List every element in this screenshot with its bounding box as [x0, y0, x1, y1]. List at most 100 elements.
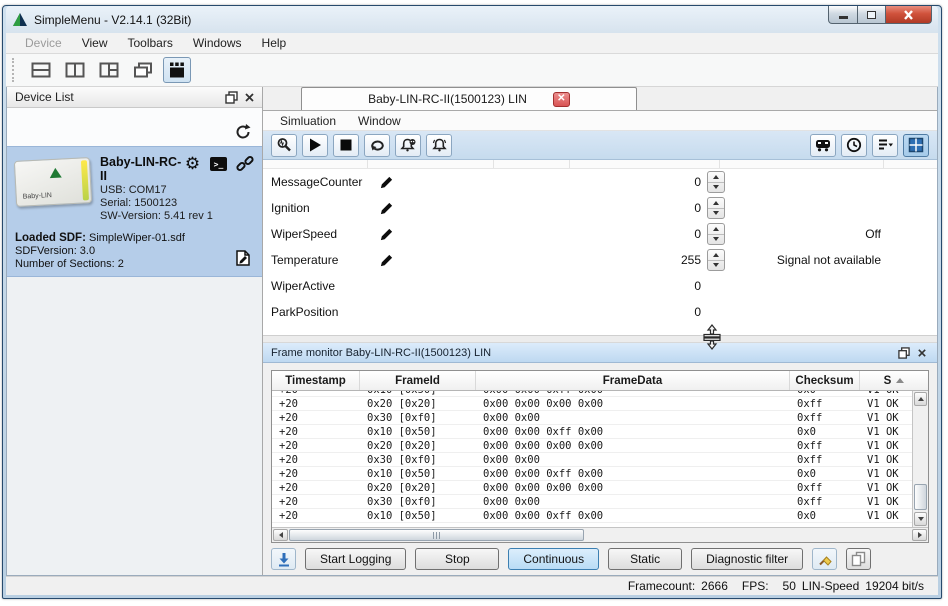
spinner-down-icon[interactable] — [708, 182, 724, 193]
device-disconnect-button[interactable] — [235, 155, 254, 173]
spinner-down-icon[interactable] — [708, 260, 724, 271]
device-console-button[interactable]: >_ — [209, 155, 228, 173]
autoscroll-button[interactable] — [271, 548, 296, 570]
grid-view-icon — [908, 137, 924, 153]
frame-row[interactable]: +200x10 [0x50]0x00 0x00 0xff 0x000x0V1 O… — [272, 467, 912, 481]
column-checksum[interactable]: Checksum — [790, 371, 860, 390]
column-frameid[interactable]: FrameId — [360, 371, 476, 390]
signal-row-wiperspeed[interactable]: WiperSpeed 0 Off — [263, 221, 937, 247]
vertical-scrollbar[interactable] — [912, 391, 928, 527]
copy-button[interactable] — [846, 548, 871, 570]
signal-column-header — [263, 160, 937, 169]
menu-view[interactable]: View — [73, 34, 117, 52]
edit-signal-button[interactable] — [379, 227, 415, 242]
frame-row[interactable]: +200x30 [0xf0]0x00 0x000xffV1 OK — [272, 495, 912, 509]
menu-window[interactable]: Window — [349, 113, 410, 129]
spinner-up-icon[interactable] — [708, 198, 724, 208]
monitor-search-button[interactable] — [271, 134, 297, 157]
start-logging-button[interactable]: Start Logging — [305, 548, 406, 570]
maximize-button[interactable] — [858, 6, 886, 24]
panel-splitter[interactable] — [263, 336, 937, 343]
menu-device[interactable]: Device — [16, 34, 71, 52]
tab-baby-lin[interactable]: Baby-LIN-RC-II(1500123) LIN ✕ — [301, 87, 637, 110]
column-state[interactable]: S — [860, 371, 928, 390]
device-settings-button[interactable]: ⚙ — [183, 155, 202, 173]
stop-button-logging[interactable]: Stop — [415, 548, 499, 570]
frame-row[interactable]: +200x20 [0x20]0x00 0x00 0x00 0x000xffV1 … — [272, 481, 912, 495]
float-panel-button[interactable] — [222, 89, 240, 105]
tab-close-button[interactable]: ✕ — [553, 92, 570, 107]
clear-button[interactable] — [812, 548, 837, 570]
pencil-icon — [379, 175, 394, 190]
spinner-up-icon[interactable] — [708, 224, 724, 234]
split-grid-button[interactable] — [95, 57, 123, 83]
edit-sdf-button[interactable] — [234, 249, 252, 270]
split-horizontal-button[interactable] — [27, 57, 55, 83]
edit-signal-button[interactable] — [379, 253, 415, 268]
timing-button[interactable] — [841, 134, 867, 157]
split-vertical-button[interactable] — [61, 57, 89, 83]
stop-button[interactable] — [333, 134, 359, 157]
bell-message-button[interactable] — [395, 134, 421, 157]
edit-signal-button[interactable] — [379, 201, 415, 216]
bus-monitor-button[interactable] — [810, 134, 836, 157]
signal-spinner[interactable] — [707, 197, 725, 219]
frame-row[interactable]: +200x10 [0x50]0x00 0x00 0xff 0x000x0V1 O… — [272, 425, 912, 439]
signal-row-wiperactive[interactable]: WiperActive 0 — [263, 273, 937, 299]
column-timestamp[interactable]: Timestamp — [272, 371, 360, 390]
tabbed-view-icon — [167, 61, 187, 79]
toolbar-drag-handle[interactable] — [12, 58, 17, 82]
vertical-scroll-thumb[interactable] — [914, 484, 927, 510]
frame-row[interactable]: +200x30 [0xf0]0x00 0x000xffV1 OK — [272, 411, 912, 425]
minimize-button[interactable] — [828, 6, 858, 24]
scroll-up-button[interactable] — [914, 392, 927, 406]
signal-spinner[interactable] — [707, 249, 725, 271]
frame-row[interactable]: +200x30 [0xf0]0x00 0x000xffV1 OK — [272, 453, 912, 467]
spinner-down-icon[interactable] — [708, 234, 724, 245]
sdf-sections: Number of Sections: 2 — [15, 258, 228, 270]
menu-windows[interactable]: Windows — [184, 34, 251, 52]
spinner-up-icon[interactable] — [708, 250, 724, 260]
signal-spinner[interactable] — [707, 171, 725, 193]
frame-row[interactable]: +200x20 [0x20]0x00 0x00 0x00 0x000xffV1 … — [272, 439, 912, 453]
signal-row-ignition[interactable]: Ignition 0 — [263, 195, 937, 221]
scroll-right-icon — [918, 532, 922, 538]
play-button[interactable] — [302, 134, 328, 157]
device-card[interactable]: Baby-LIN Baby-LIN-RC-II ⚙ >_ — [7, 146, 262, 277]
signal-row-parkposition[interactable]: ParkPosition 0 — [263, 299, 937, 325]
refresh-devices-button[interactable] — [234, 123, 252, 144]
cascade-windows-button[interactable] — [129, 57, 157, 83]
static-button[interactable]: Static — [608, 548, 682, 570]
clock-icon — [846, 137, 862, 153]
close-panel-button[interactable] — [240, 89, 258, 105]
column-framedata[interactable]: FrameData — [476, 371, 790, 390]
frame-row[interactable]: +200x10 [0x50]0x00 0x00 0xff 0x000x0V1 O… — [272, 509, 912, 523]
signal-row-temperature[interactable]: Temperature 255 Signal not available — [263, 247, 937, 273]
continuous-button[interactable]: Continuous — [508, 548, 599, 570]
horizontal-scrollbar[interactable] — [272, 527, 928, 542]
signal-row-messagecounter[interactable]: MessageCounter 0 — [263, 169, 937, 195]
spinner-down-icon[interactable] — [708, 208, 724, 219]
close-frame-monitor-button[interactable] — [913, 345, 931, 361]
horizontal-scroll-thumb[interactable] — [289, 529, 584, 541]
scroll-left-button[interactable] — [273, 529, 288, 541]
float-panel-icon — [898, 347, 910, 359]
loop-button[interactable] — [364, 134, 390, 157]
play-icon — [307, 137, 323, 153]
diagnostic-filter-button[interactable]: Diagnostic filter — [691, 548, 803, 570]
float-frame-monitor-button[interactable] — [895, 345, 913, 361]
list-filter-button[interactable] — [872, 134, 898, 157]
scroll-down-button[interactable] — [914, 512, 927, 526]
edit-signal-button[interactable] — [379, 175, 415, 190]
grid-view-button[interactable] — [903, 134, 929, 157]
frame-row[interactable]: +200x20 [0x20]0x00 0x00 0x00 0x000xffV1 … — [272, 397, 912, 411]
menu-toolbars[interactable]: Toolbars — [118, 34, 181, 52]
scroll-right-button[interactable] — [912, 529, 927, 541]
bell-ring-button[interactable] — [426, 134, 452, 157]
spinner-up-icon[interactable] — [708, 172, 724, 182]
tabbed-view-button[interactable] — [163, 57, 191, 83]
signal-spinner[interactable] — [707, 223, 725, 245]
close-button[interactable] — [886, 6, 932, 24]
menu-simulation[interactable]: Simluation — [271, 113, 345, 129]
menu-help[interactable]: Help — [253, 34, 296, 52]
